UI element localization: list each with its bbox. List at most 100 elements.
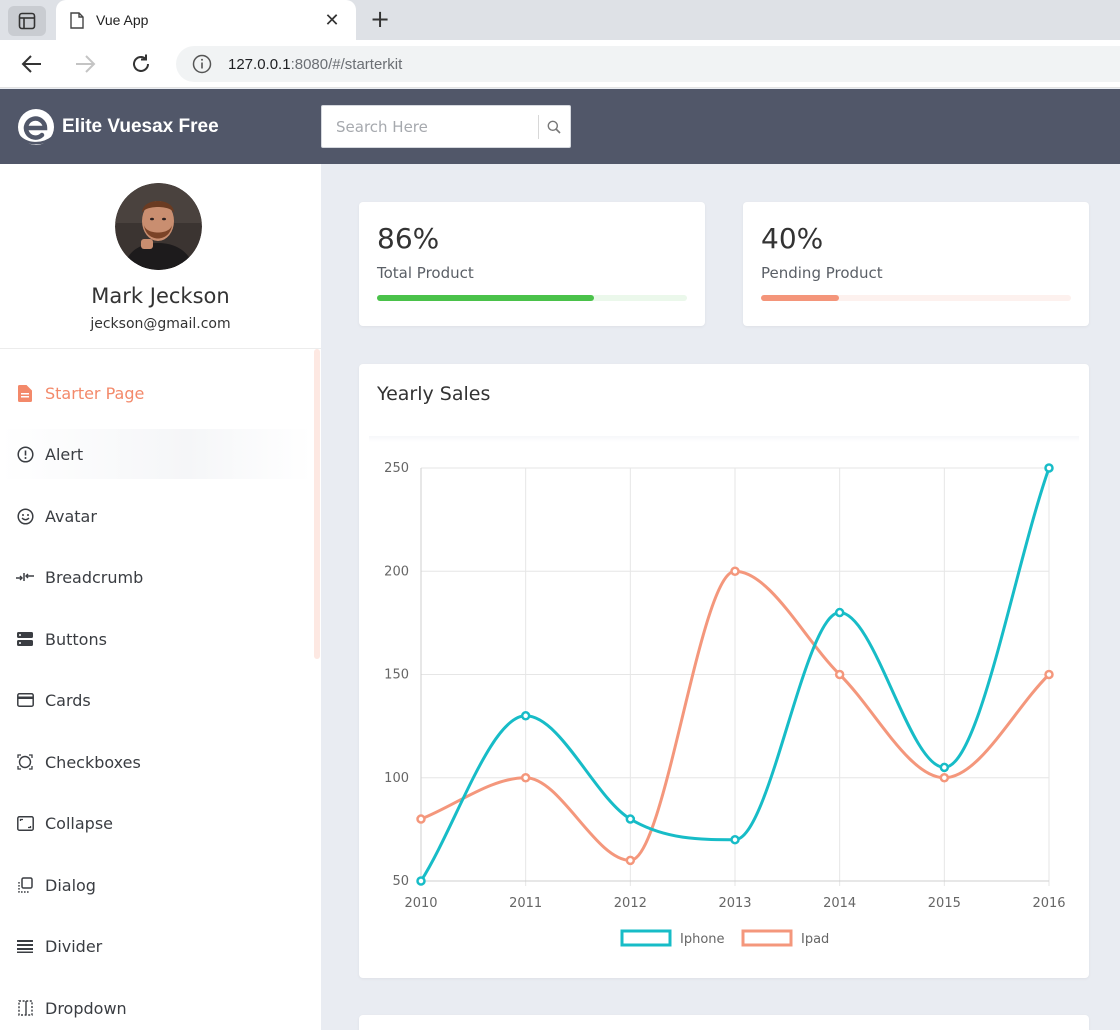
sidebar-item-label: Cards bbox=[45, 690, 91, 710]
stat-value: 86% bbox=[377, 222, 440, 255]
data-point-ipad bbox=[1044, 669, 1054, 680]
divider-icon bbox=[16, 937, 34, 955]
sidebar-item-buttons[interactable]: Buttons bbox=[0, 614, 312, 664]
brand-title: Elite Vuesax Free bbox=[62, 116, 219, 137]
stat-value: 40% bbox=[761, 222, 824, 255]
stat-card-pending-product: 40% Pending Product bbox=[743, 202, 1089, 326]
dialog-icon bbox=[16, 876, 34, 894]
x-tick-label: 2011 bbox=[509, 896, 542, 911]
collapse-icon bbox=[16, 814, 34, 832]
sidebar-item-dropdown[interactable]: Dropdown bbox=[0, 983, 312, 1030]
sidebar-item-divider[interactable]: Divider bbox=[0, 921, 312, 971]
next-card bbox=[359, 1015, 1089, 1030]
back-arrow-icon bbox=[21, 55, 41, 73]
sidebar: Mark Jeckson jeckson@gmail.com Starter P… bbox=[0, 164, 321, 1030]
checkbox-icon bbox=[16, 753, 34, 771]
x-tick-label: 2010 bbox=[404, 896, 437, 911]
sidebar-scrollbar[interactable] bbox=[314, 349, 320, 659]
search-icon bbox=[547, 120, 561, 134]
back-button[interactable] bbox=[16, 50, 46, 78]
address-bar: 127.0.0.1:8080/#/starterkit bbox=[0, 40, 1120, 88]
sidebar-item-label: Collapse bbox=[45, 813, 113, 833]
sidebar-item-label: Dropdown bbox=[45, 998, 127, 1018]
progress-fill bbox=[761, 295, 839, 301]
progress-track bbox=[761, 295, 1071, 301]
stat-label: Total Product bbox=[377, 264, 474, 282]
sidebar-item-label: Starter Page bbox=[45, 383, 145, 403]
data-point-ipad bbox=[730, 566, 740, 576]
url-field[interactable]: 127.0.0.1:8080/#/starterkit bbox=[176, 46, 1120, 82]
y-tick-label: 50 bbox=[392, 874, 409, 889]
card-icon bbox=[16, 691, 34, 709]
sidebar-item-label: Checkboxes bbox=[45, 752, 141, 772]
data-point-iphone bbox=[520, 711, 531, 721]
search-input[interactable] bbox=[322, 106, 538, 147]
avatar-image bbox=[115, 183, 202, 270]
yearly-sales-chart: 250 200 150 100 50 2010 2011 2012 2013 2014 2015 20… bbox=[384, 461, 1065, 947]
legend-swatch-iphone bbox=[620, 929, 672, 947]
sidebar-item-dialog[interactable]: Dialog bbox=[0, 860, 312, 910]
data-point-iphone bbox=[416, 876, 426, 886]
sidebar-toggle-icon bbox=[18, 12, 36, 30]
brand[interactable]: Elite Vuesax Free bbox=[16, 107, 219, 147]
sidebar-item-label: Dialog bbox=[45, 875, 96, 895]
data-point-ipad bbox=[520, 773, 531, 783]
app-header: Elite Vuesax Free bbox=[0, 89, 1120, 164]
legend-label-iphone: Iphone bbox=[680, 932, 725, 947]
tab-actions-button[interactable] bbox=[8, 6, 46, 36]
buttons-icon bbox=[16, 630, 34, 648]
sidebar-item-label: Buttons bbox=[45, 629, 107, 649]
close-tab-icon[interactable]: ✕ bbox=[322, 10, 342, 31]
sidebar-item-avatar[interactable]: Avatar bbox=[0, 491, 312, 541]
data-point-ipad bbox=[416, 814, 426, 824]
stat-card-total-product: 86% Total Product bbox=[359, 202, 705, 326]
y-tick-label: 150 bbox=[384, 668, 409, 683]
legend-swatch-ipad bbox=[741, 929, 793, 947]
browser-tab[interactable]: Vue App ✕ bbox=[56, 0, 356, 40]
reload-icon bbox=[133, 54, 149, 72]
progress-fill bbox=[377, 295, 594, 301]
info-icon[interactable] bbox=[192, 54, 212, 74]
search-box bbox=[321, 105, 571, 148]
progress-track bbox=[377, 295, 687, 301]
data-point-ipad bbox=[834, 669, 845, 680]
x-tick-label: 2014 bbox=[823, 896, 856, 911]
url-host: 127.0.0.1 bbox=[228, 55, 291, 73]
data-point-iphone bbox=[1044, 463, 1054, 473]
reload-button[interactable] bbox=[126, 50, 156, 78]
x-tick-label: 2012 bbox=[614, 896, 647, 911]
profile-section: Mark Jeckson jeckson@gmail.com bbox=[0, 164, 321, 349]
sidebar-item-starter-page[interactable]: Starter Page bbox=[0, 368, 312, 418]
tab-title: Vue App bbox=[96, 12, 149, 28]
sidebar-item-label: Alert bbox=[45, 444, 84, 464]
sidebar-item-cards[interactable]: Cards bbox=[0, 675, 312, 725]
sidebar-item-alert[interactable]: Alert bbox=[0, 429, 312, 479]
logo-icon bbox=[17, 109, 54, 145]
page-icon bbox=[70, 11, 84, 29]
sidebar-item-label: Breadcrumb bbox=[45, 567, 144, 587]
data-point-iphone bbox=[939, 762, 950, 773]
forward-button[interactable] bbox=[71, 50, 101, 78]
y-tick-label: 100 bbox=[384, 771, 409, 786]
new-tab-icon[interactable]: + bbox=[366, 6, 394, 34]
data-point-ipad bbox=[625, 855, 636, 866]
data-point-ipad bbox=[939, 773, 950, 783]
document-icon bbox=[16, 384, 34, 402]
y-tick-label: 250 bbox=[384, 461, 409, 476]
data-point-iphone bbox=[834, 607, 845, 618]
y-tick-label: 200 bbox=[384, 564, 409, 579]
legend-label-ipad: Ipad bbox=[801, 932, 829, 947]
sidebar-item-checkboxes[interactable]: Checkboxes bbox=[0, 737, 312, 787]
search-button[interactable] bbox=[538, 114, 568, 139]
smiley-icon bbox=[16, 507, 34, 525]
sidebar-item-breadcrumb[interactable]: Breadcrumb bbox=[0, 552, 312, 602]
sidebar-item-collapse[interactable]: Collapse bbox=[0, 798, 312, 848]
sidebar-item-label: Avatar bbox=[45, 506, 97, 526]
x-tick-label: 2016 bbox=[1032, 896, 1065, 911]
dropdown-icon bbox=[16, 999, 34, 1017]
x-tick-label: 2015 bbox=[928, 896, 961, 911]
browser-tab-bar: Vue App ✕ + bbox=[0, 0, 1120, 40]
alert-circle-icon bbox=[16, 445, 34, 463]
avatar[interactable] bbox=[115, 183, 202, 270]
sidebar-item-label: Divider bbox=[45, 936, 103, 956]
